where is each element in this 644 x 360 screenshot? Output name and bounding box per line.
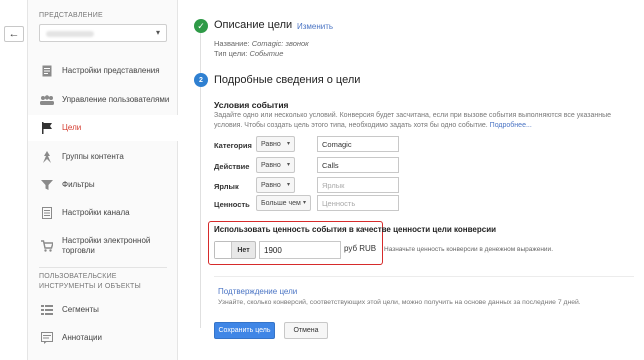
annotation-icon xyxy=(40,331,54,345)
chevron-down-icon: ▾ xyxy=(155,28,160,37)
sidebar-item-goals[interactable]: Цели xyxy=(28,115,178,141)
goal-name-line: Название: Comagic: звонок xyxy=(214,39,309,48)
view-selector[interactable]: ▾ xyxy=(39,24,167,42)
verify-goal-description: Узнайте, сколько конверсий, соответствую… xyxy=(218,299,581,306)
sidebar-item-label: Фильтры xyxy=(62,180,95,189)
conditions-desc-text: Задайте одно или несколько условий. Конв… xyxy=(214,112,612,129)
sidebar-item-content-groups[interactable]: Группы контента xyxy=(28,144,178,170)
category-comparator-select[interactable]: Равно ▾ xyxy=(256,136,295,152)
sidebar-item-segments[interactable]: Сегменты xyxy=(28,297,178,323)
conditions-description: Задайте одно или несколько условий. Конв… xyxy=(214,111,634,130)
currency-label: руб RUB xyxy=(344,244,377,253)
sidebar-item-user-management[interactable]: Управление пользователями xyxy=(28,87,178,113)
chevron-down-icon: ▾ xyxy=(286,162,290,168)
view-name-redacted xyxy=(46,31,94,37)
chevron-down-icon: ▾ xyxy=(302,200,306,206)
verify-goal-link[interactable]: Подтверждение цели xyxy=(218,287,297,296)
cart-icon xyxy=(40,239,54,253)
toggle-knob xyxy=(215,242,232,258)
goal-editor: ✓ Описание цели Изменить Название: Comag… xyxy=(178,0,644,360)
step2-number: 2 xyxy=(194,73,208,87)
value-comparator-select[interactable]: Больше чем ▾ xyxy=(256,195,311,211)
comparator-value: Больше чем xyxy=(261,199,301,207)
row-label-action: Действие xyxy=(214,162,250,171)
section-view-heading: ПРЕДСТАВЛЕНИЕ xyxy=(39,12,103,19)
goal-type-value: Событие xyxy=(249,49,284,58)
checkmark-icon: ✓ xyxy=(194,19,208,33)
toggle-label: Нет xyxy=(237,246,250,254)
category-value-input[interactable]: Comagic xyxy=(317,136,399,152)
segments-icon xyxy=(40,303,54,317)
goal-type-line: Тип цели: Событие xyxy=(214,49,283,58)
step1-edit-link[interactable]: Изменить xyxy=(297,22,333,31)
sidebar-item-label: Цели xyxy=(62,123,82,132)
flag-icon xyxy=(40,121,54,135)
sidebar-item-label: Управление пользователями xyxy=(62,95,170,104)
goal-name-label: Название: xyxy=(214,39,250,48)
row-label-label: Ярлык xyxy=(214,182,239,191)
sidebar-item-channel-settings[interactable]: Настройки канала xyxy=(28,200,178,226)
action-comparator-select[interactable]: Равно ▾ xyxy=(256,157,295,173)
comparator-value: Равно xyxy=(261,161,281,169)
back-arrow-icon[interactable]: ← xyxy=(4,26,24,42)
sidebar-item-label: Сегменты xyxy=(62,305,99,314)
currency-hint: Назначьте ценность конверсии в денежном … xyxy=(384,246,553,253)
comparator-value: Равно xyxy=(261,140,281,148)
left-rail: ← xyxy=(0,0,28,360)
step1-title: Описание цели xyxy=(214,19,293,31)
goal-name-value: Comagic: звонок xyxy=(251,39,309,48)
sidebar-item-label: Группы контента xyxy=(62,152,124,161)
sidebar-item-annotations[interactable]: Аннотации xyxy=(28,325,178,351)
goal-type-label: Тип цели: xyxy=(214,49,248,58)
users-icon xyxy=(40,93,54,107)
divider xyxy=(214,276,634,277)
section-tools-heading: ПОЛЬЗОВАТЕЛЬСКИЕ ИНСТРУМЕНТЫ И ОБЪЕКТЫ xyxy=(39,273,141,290)
label-value-input[interactable]: Ярлык xyxy=(317,177,399,193)
chevron-down-icon: ▾ xyxy=(286,141,290,147)
row-label-value: Ценность xyxy=(214,200,250,209)
conversion-value-input[interactable]: 1900 xyxy=(259,241,341,259)
more-link[interactable]: Подробнее... xyxy=(490,122,532,129)
sidebar-item-label: Настройки представления xyxy=(62,66,160,75)
comparator-value: Равно xyxy=(261,181,281,189)
value-value-input[interactable]: Ценность xyxy=(317,195,399,211)
conditions-title: Условия события xyxy=(214,100,289,110)
label-comparator-select[interactable]: Равно ▾ xyxy=(256,177,295,193)
use-value-toggle[interactable]: Нет xyxy=(214,241,256,259)
step2-title: Подробные сведения о цели xyxy=(214,74,361,86)
admin-sidebar: ПРЕДСТАВЛЕНИЕ ▾ Настройки представления … xyxy=(28,0,178,360)
cancel-button[interactable]: Отмена xyxy=(284,322,328,339)
use-event-value-label: Использовать ценность события в качестве… xyxy=(214,225,497,234)
filter-icon xyxy=(40,178,54,192)
funnel-doc-icon xyxy=(40,206,54,220)
document-icon xyxy=(40,64,54,78)
sidebar-item-ecommerce-settings[interactable]: Настройки электронной торговли xyxy=(28,231,178,261)
action-value-input[interactable]: Calls xyxy=(317,157,399,173)
sidebar-divider xyxy=(39,267,167,268)
row-label-category: Категория xyxy=(214,141,252,150)
person-walk-icon xyxy=(40,150,54,164)
sidebar-item-label: Настройки электронной торговли xyxy=(62,236,151,255)
sidebar-item-view-settings[interactable]: Настройки представления xyxy=(28,58,178,84)
sidebar-item-label: Аннотации xyxy=(62,333,102,342)
chevron-down-icon: ▾ xyxy=(286,182,290,188)
save-goal-button[interactable]: Сохранить цель xyxy=(214,322,275,339)
sidebar-item-filters[interactable]: Фильтры xyxy=(28,172,178,198)
sidebar-item-label: Настройки канала xyxy=(62,208,130,217)
